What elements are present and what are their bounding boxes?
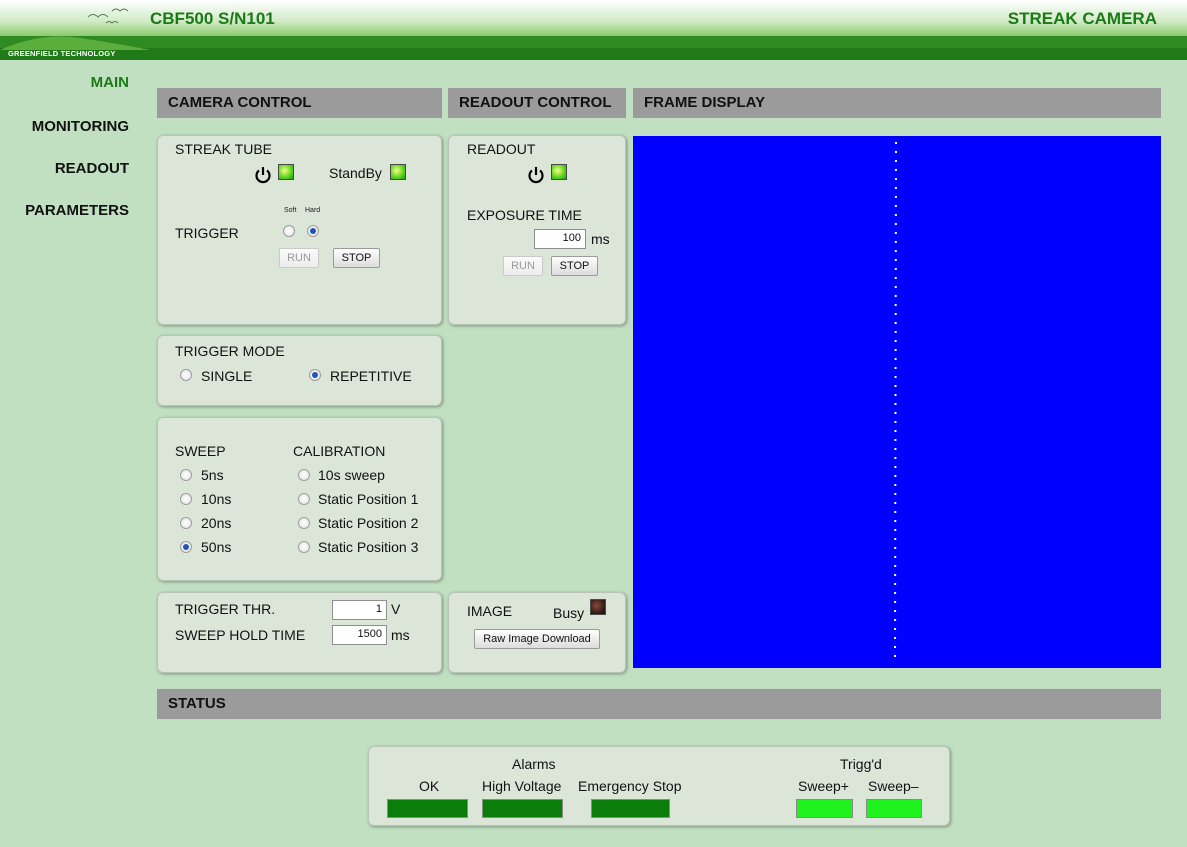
power-icon[interactable]	[527, 166, 545, 184]
sweep-20ns-radio[interactable]	[180, 517, 192, 529]
calibration-static-2-radio[interactable]	[298, 517, 310, 529]
streak-tube-title: STREAK TUBE	[175, 141, 272, 157]
sweep-50ns-radio[interactable]	[180, 541, 192, 553]
trigger-thr-input[interactable]: 1	[332, 600, 387, 620]
calibration-static-3-radio[interactable]	[298, 541, 310, 553]
streak-tube-power-led	[278, 164, 294, 180]
alarm-emergency-stop-label: Emergency Stop	[578, 778, 682, 794]
sweep-10ns-radio[interactable]	[180, 493, 192, 505]
sweep-option-label: 10ns	[201, 491, 232, 507]
streak-stop-button[interactable]: STOP	[333, 248, 380, 268]
readout-control-header: READOUT CONTROL	[448, 88, 626, 118]
frame-image	[894, 141, 897, 665]
power-icon[interactable]	[254, 166, 272, 184]
header-stripe	[0, 48, 1187, 60]
trigger-mode-single-label: SINGLE	[201, 368, 253, 384]
exposure-time-label: EXPOSURE TIME	[467, 207, 582, 223]
readout-power-led	[551, 164, 567, 180]
trigger-thr-unit: V	[391, 601, 401, 617]
trigger-label: TRIGGER	[175, 225, 239, 241]
app-title: STREAK CAMERA	[1007, 9, 1157, 28]
raw-image-download-button[interactable]: Raw Image Download	[474, 629, 600, 649]
alarm-emergency-stop-indicator	[591, 799, 670, 818]
calibration-option-label: Static Position 1	[318, 491, 419, 507]
sweep-minus-label: Sweep–	[868, 778, 919, 794]
camera-control-header: CAMERA CONTROL	[157, 88, 442, 118]
calibration-option-label: Static Position 2	[318, 515, 419, 531]
exposure-unit: ms	[591, 231, 610, 247]
sweep-option-label: 5ns	[201, 467, 224, 483]
trigger-mode-title: TRIGGER MODE	[175, 343, 285, 359]
nav-item-monitoring[interactable]: MONITORING	[32, 118, 129, 135]
sweep-hold-unit: ms	[391, 627, 410, 643]
header-band	[0, 36, 1187, 48]
trigger-hard-radio[interactable]	[307, 225, 319, 237]
exposure-time-input[interactable]: 100	[534, 229, 586, 249]
busy-label: Busy	[553, 605, 585, 621]
calibration-option-label: Static Position 3	[318, 539, 419, 555]
soft-label: Soft	[284, 207, 297, 214]
busy-led	[590, 599, 606, 615]
calibration-static-1-radio[interactable]	[298, 493, 310, 505]
frame-display-canvas	[633, 136, 1161, 668]
device-title: CBF500 S/N101	[150, 9, 275, 28]
sweep-hold-input[interactable]: 1500	[332, 625, 387, 645]
logo-text: GREENFIELD TECHNOLOGY	[8, 49, 116, 58]
readout-stop-button[interactable]: STOP	[551, 256, 598, 276]
nav-item-readout[interactable]: READOUT	[55, 160, 129, 177]
image-title: IMAGE	[467, 603, 513, 619]
calibration-title: CALIBRATION	[293, 443, 386, 459]
alarm-ok-label: OK	[419, 778, 440, 794]
sweep-option-label: 20ns	[201, 515, 232, 531]
nav-item-parameters[interactable]: PARAMETERS	[25, 202, 129, 219]
readout-run-button[interactable]: RUN	[503, 256, 543, 276]
alarm-high-voltage-indicator	[482, 799, 563, 818]
streak-line	[894, 141, 897, 665]
status-header: STATUS	[157, 689, 1161, 719]
readout-title: READOUT	[467, 141, 536, 157]
sweep-plus-label: Sweep+	[798, 778, 849, 794]
standby-label: StandBy	[329, 165, 382, 181]
sweep-hold-label: SWEEP HOLD TIME	[175, 627, 306, 643]
hard-label: Hard	[305, 207, 321, 214]
calibration-option-label: 10s sweep	[318, 467, 385, 483]
triggd-title: Trigg'd	[840, 756, 882, 772]
logo-birds-icon	[87, 8, 129, 24]
alarm-ok-indicator	[387, 799, 468, 818]
sweep-minus-indicator	[866, 799, 922, 818]
trigger-thr-label: TRIGGER THR.	[175, 601, 276, 617]
sweep-title: SWEEP	[175, 443, 226, 459]
standby-led[interactable]	[390, 164, 406, 180]
alarm-high-voltage-label: High Voltage	[482, 778, 562, 794]
nav-item-main[interactable]: MAIN	[91, 74, 129, 91]
sweep-5ns-radio[interactable]	[180, 469, 192, 481]
sweep-plus-indicator	[796, 799, 853, 818]
trigger-mode-single-radio[interactable]	[180, 369, 192, 381]
sweep-option-label: 50ns	[201, 539, 232, 555]
streak-run-button[interactable]: RUN	[279, 248, 319, 268]
trigger-mode-repetitive-radio[interactable]	[309, 369, 321, 381]
trigger-mode-repetitive-label: REPETITIVE	[330, 368, 412, 384]
logo-hill-graphic	[0, 36, 150, 50]
calibration-10s-sweep-radio[interactable]	[298, 469, 310, 481]
trigger-soft-radio[interactable]	[283, 225, 295, 237]
alarms-title: Alarms	[512, 756, 556, 772]
frame-display-header: FRAME DISPLAY	[633, 88, 1161, 118]
